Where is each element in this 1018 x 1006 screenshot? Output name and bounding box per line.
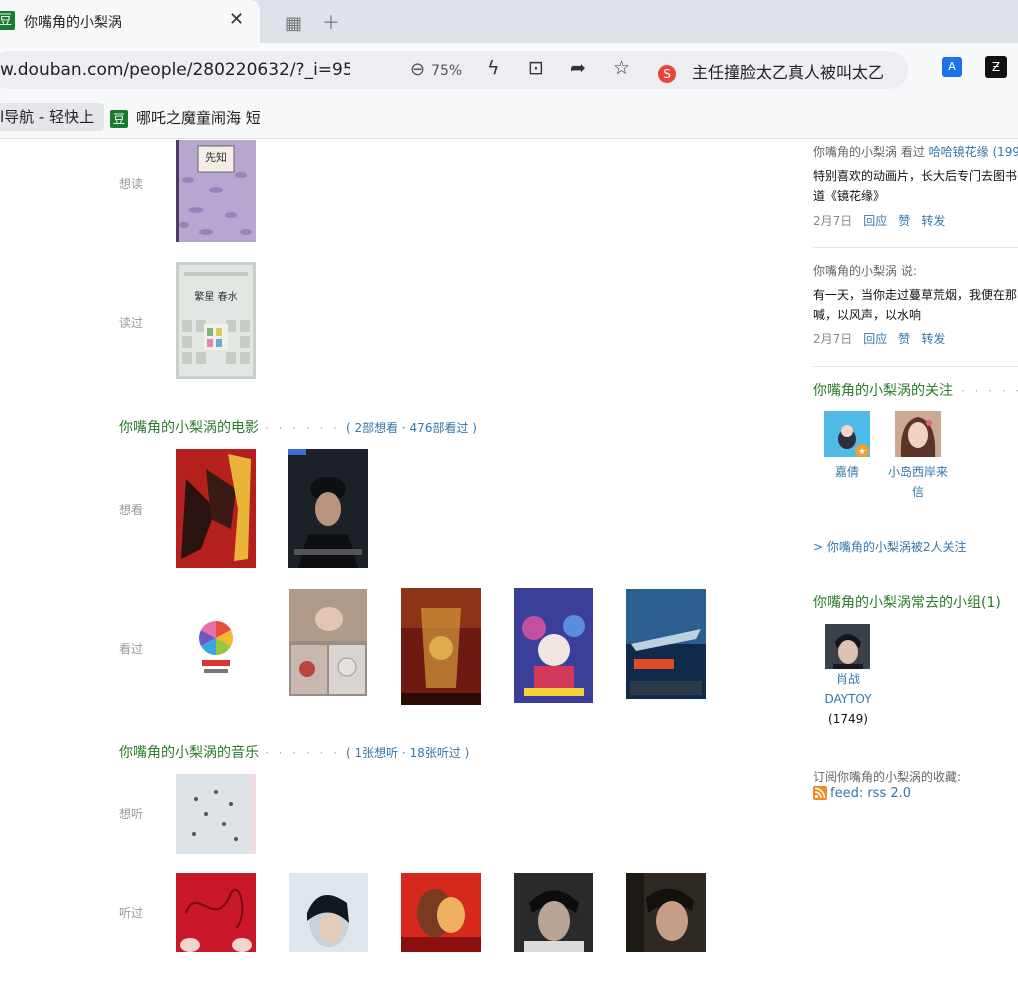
music-section-title[interactable]: 你嘴角的小梨涡的音乐 · · · · · ·( 1张想听 · 18张听过 )	[119, 742, 469, 762]
following-user-name[interactable]: 小岛西岸来信	[880, 462, 956, 502]
movies-section-title[interactable]: 你嘴角的小梨涡的电影 · · · · · ·( 2部想看 · 476部看过 )	[119, 417, 477, 437]
feed-item-header: 你嘴角的小梨涡 说:	[813, 264, 917, 278]
movie-poster[interactable]	[288, 449, 368, 568]
followers-link[interactable]: > 你嘴角的小梨涡被2人关注	[813, 538, 967, 555]
divider	[813, 247, 1018, 248]
movie-poster[interactable]	[289, 589, 367, 696]
screenshot-icon[interactable]: ⊡	[528, 57, 544, 79]
books-read-label: 读过	[119, 316, 144, 330]
url-text[interactable]: w.douban.com/people/280220632/?_i=9501	[0, 60, 350, 80]
album-cover[interactable]	[176, 774, 256, 854]
books-want-label: 想读	[119, 177, 144, 191]
bookmark-nezha[interactable]: 豆哪吒之魔童闹海 短	[110, 107, 261, 128]
zoom-out-icon: ⊖	[410, 59, 426, 80]
like-link[interactable]: 赞	[898, 214, 910, 228]
new-tab-icon[interactable]: ＋	[322, 13, 340, 34]
feed-item-meta: 2月7日 回应赞转发	[813, 332, 946, 346]
douban-favicon-icon: 豆	[110, 109, 128, 128]
share-icon[interactable]: ➦	[570, 57, 586, 79]
rss-icon	[813, 785, 827, 800]
share-link[interactable]: 转发	[921, 214, 945, 228]
avatar[interactable]: ★	[824, 411, 870, 457]
bookmarks-bar: l导航 - 轻快上 豆哪吒之魔童闹海 短	[0, 98, 1018, 139]
feed-item-meta: 2月7日 回应赞转发	[813, 214, 946, 228]
translate-icon[interactable]: A	[942, 57, 962, 77]
feed-item-text: 有一天，当你走过蔓草荒烟，我便在那	[813, 288, 1018, 302]
following-user-name[interactable]: 嘉倩	[818, 462, 876, 482]
tab-actions: ▦ ＋	[285, 9, 360, 35]
bookmark-nav[interactable]: l导航 - 轻快上	[0, 103, 105, 131]
svg-text:★: ★	[858, 447, 866, 457]
feed-item-text: 特别喜欢的动画片，长大后专门去图书	[813, 169, 1018, 183]
following-title: 你嘴角的小梨涡的关注 · · · · ·	[813, 383, 1018, 399]
search-suggestion[interactable]: S 主任撞脸太乙真人被叫太乙	[658, 59, 888, 83]
lightning-icon[interactable]: ϟ	[487, 57, 500, 79]
reply-link[interactable]: 回应	[863, 332, 887, 346]
movie-poster[interactable]	[401, 588, 481, 705]
reply-link[interactable]: 回应	[863, 214, 887, 228]
star-icon[interactable]: ☆	[613, 57, 630, 79]
music-want-label: 想听	[119, 807, 144, 821]
album-cover[interactable]	[626, 873, 706, 952]
album-cover[interactable]	[289, 873, 368, 952]
group-name[interactable]: 肖战 DAYTOY	[818, 669, 878, 709]
groups-title: 你嘴角的小梨涡常去的小组(1)	[813, 595, 1001, 611]
active-tab[interactable]: 豆 你嘴角的小梨涡 ✕	[0, 0, 260, 43]
movie-poster[interactable]	[176, 449, 256, 568]
tab-groups-icon[interactable]: ▦	[285, 13, 302, 34]
feed-item-text: 喊，以风声，以水响	[813, 308, 922, 322]
divider	[813, 366, 1018, 367]
album-cover[interactable]	[514, 873, 593, 952]
address-bar[interactable]: w.douban.com/people/280220632/?_i=9501 ⊖…	[0, 51, 908, 89]
search-engine-icon: S	[658, 64, 676, 83]
feed-item-text: 道《镜花缘》	[813, 189, 886, 203]
group-member-count: (1749)	[828, 712, 868, 726]
album-cover[interactable]	[176, 873, 256, 952]
address-bar-row: w.douban.com/people/280220632/?_i=9501 ⊖…	[0, 43, 1018, 98]
book-cover[interactable]	[176, 262, 256, 379]
close-tab-icon[interactable]: ✕	[229, 9, 244, 30]
movie-poster[interactable]	[176, 608, 256, 683]
book-cover-title: 繁星 春水	[194, 292, 238, 303]
movie-poster[interactable]	[626, 589, 706, 699]
share-link[interactable]: 转发	[921, 332, 945, 346]
feed-item-header: 你嘴角的小梨涡 看过 哈哈镜花缘 (199	[813, 145, 1018, 159]
zoom-indicator[interactable]: ⊖ 75%	[410, 59, 462, 80]
avatar[interactable]	[895, 411, 941, 457]
movies-watched-label: 看过	[119, 642, 144, 656]
album-cover[interactable]	[401, 873, 481, 952]
book-cover-title: 先知	[205, 151, 227, 164]
group-avatar[interactable]	[825, 624, 870, 669]
douban-favicon-icon: 豆	[0, 11, 15, 30]
extension-icon[interactable]: Ƶ	[985, 56, 1007, 78]
music-heard-label: 听过	[119, 906, 144, 920]
movie-poster[interactable]	[514, 588, 593, 703]
movies-want-label: 想看	[119, 503, 144, 517]
like-link[interactable]: 赞	[898, 332, 910, 346]
subscribe-label: 订阅你嘴角的小梨涡的收藏:	[813, 770, 962, 784]
tab-bar: 豆 你嘴角的小梨涡 ✕ ▦ ＋	[0, 0, 1018, 43]
rss-feed-link[interactable]: feed: rss 2.0	[813, 785, 911, 801]
tab-title: 你嘴角的小梨涡	[24, 15, 122, 31]
